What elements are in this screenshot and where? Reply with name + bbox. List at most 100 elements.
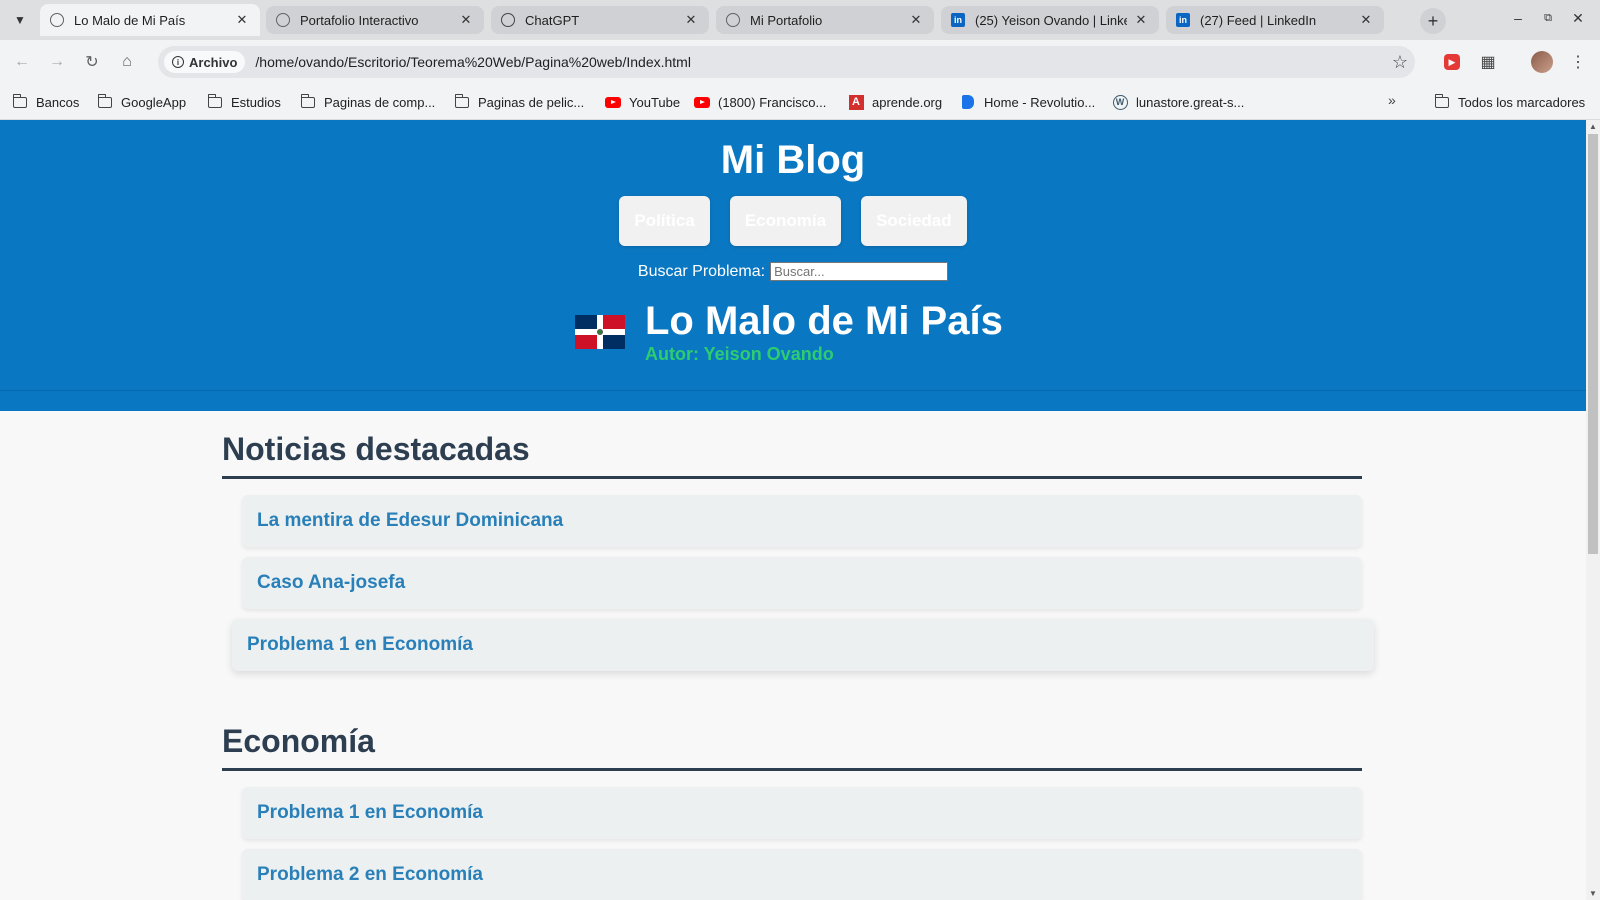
chatgpt-icon xyxy=(501,13,515,27)
close-tab-icon[interactable]: ✕ xyxy=(234,12,250,28)
restore-button[interactable]: ⧉ xyxy=(1538,12,1558,25)
arrow-right-icon: → xyxy=(49,53,65,70)
nav-politica[interactable]: Política xyxy=(619,196,710,246)
nav-economia[interactable]: Economía xyxy=(729,196,842,246)
search-input[interactable] xyxy=(770,262,949,281)
tab-chatgpt[interactable]: ChatGPT ✕ xyxy=(491,6,709,34)
aprende-icon: A xyxy=(848,94,864,110)
extension-button[interactable]: ▶ xyxy=(1440,50,1464,74)
bookmark-label: aprende.org xyxy=(872,94,943,110)
tab-title: Mi Portafolio xyxy=(750,12,823,28)
header-divider xyxy=(0,390,1586,411)
chevron-down-icon: ▼ xyxy=(14,13,26,27)
avatar xyxy=(1531,51,1553,73)
bookmark-label: Estudios xyxy=(231,94,281,110)
bookmark-estudios[interactable]: Estudios xyxy=(207,92,281,112)
bookmark-label: Paginas de pelic... xyxy=(478,94,585,110)
close-window-button[interactable]: ✕ xyxy=(1568,10,1588,27)
bookmark-label: Home - Revolutio... xyxy=(984,94,1096,110)
forward-button[interactable]: → xyxy=(45,50,69,74)
extension-icon: ▶ xyxy=(1444,54,1460,70)
close-tab-icon[interactable]: ✕ xyxy=(908,12,924,28)
article-link[interactable]: Problema 2 en Economía xyxy=(257,864,483,886)
close-tab-icon[interactable]: ✕ xyxy=(1133,12,1149,28)
home-icon: ⌂ xyxy=(122,53,132,70)
search-row: Buscar Problema: xyxy=(0,262,1586,281)
scroll-down-icon[interactable]: ▼ xyxy=(1589,889,1597,898)
extensions-menu-button[interactable]: ▦ xyxy=(1476,50,1500,74)
new-tab-button[interactable]: + xyxy=(1420,8,1446,34)
page-viewport: Mi Blog Política Economía Sociedad Busca… xyxy=(0,120,1586,900)
nav-sociedad[interactable]: Sociedad xyxy=(861,196,967,246)
url-text[interactable]: /home/ovando/Escritorio/Teorema%20Web/Pa… xyxy=(255,54,1385,70)
puzzle-icon: ▦ xyxy=(1480,54,1496,71)
back-button[interactable]: ← xyxy=(10,50,34,74)
blog-title: Mi Blog xyxy=(720,138,866,182)
minimize-button[interactable]: – xyxy=(1508,10,1528,26)
section-economia: Economía Problema 1 en Economía Problema… xyxy=(222,703,1362,900)
close-tab-icon[interactable]: ✕ xyxy=(1358,12,1374,28)
tab-portafolio-interactivo[interactable]: Portafolio Interactivo ✕ xyxy=(266,6,484,34)
tab-linkedin-profile[interactable]: in (25) Yeison Ovando | LinkedIn ✕ xyxy=(941,6,1159,34)
globe-icon xyxy=(50,13,64,27)
folder-icon xyxy=(300,93,315,108)
tab-search-button[interactable]: ▼ xyxy=(8,8,32,32)
home-button[interactable]: ⌂ xyxy=(115,50,139,74)
arrow-left-icon: ← xyxy=(14,53,30,70)
article-link[interactable]: Caso Ana-josefa xyxy=(257,572,405,594)
article-link[interactable]: La mentira de Edesur Dominicana xyxy=(257,510,563,532)
folder-icon xyxy=(207,93,222,108)
site-title: Lo Malo de Mi País xyxy=(645,299,1003,343)
all-bookmarks-folder[interactable]: Todos los marcadores xyxy=(1434,92,1585,112)
bookmark-bancos[interactable]: Bancos xyxy=(12,92,79,112)
browser-toolbar: ← → ↻ ⌂ i Archivo /home/ovando/Escritori… xyxy=(0,40,1600,84)
tab-mi-portafolio[interactable]: Mi Portafolio ✕ xyxy=(716,6,934,34)
news-list: La mentira de Edesur Dominicana Caso Ana… xyxy=(222,495,1374,671)
bookmark-star-icon[interactable]: ☆ xyxy=(1385,52,1415,73)
tab-title: Lo Malo de Mi País xyxy=(74,12,186,28)
article-link[interactable]: Problema 1 en Economía xyxy=(247,634,473,656)
news-list: Problema 1 en Economía Problema 2 en Eco… xyxy=(222,787,1362,900)
scrollbar-thumb[interactable] xyxy=(1588,134,1598,554)
bookmark-label: lunastore.great-s... xyxy=(1136,94,1245,110)
bookmark-paginas-de-comp[interactable]: Paginas de comp... xyxy=(300,92,435,112)
list-item: Problema 1 en Economía xyxy=(242,787,1362,839)
linkedin-icon: in xyxy=(951,13,965,27)
article-link[interactable]: Problema 1 en Economía xyxy=(257,802,483,824)
close-tab-icon[interactable]: ✕ xyxy=(683,12,699,28)
bookmark-paginas-de-pelic[interactable]: Paginas de pelic... xyxy=(454,92,584,112)
page-scrollbar[interactable]: ▲ ▼ xyxy=(1586,120,1600,900)
close-tab-icon[interactable]: ✕ xyxy=(458,12,474,28)
list-item: Problema 2 en Economía xyxy=(242,849,1362,900)
bookmark-revolution[interactable]: Home - Revolutio... xyxy=(960,92,1095,112)
bookmark-youtube[interactable]: YouTube xyxy=(605,92,680,112)
profile-button[interactable] xyxy=(1530,50,1554,74)
tab-title: (27) Feed | LinkedIn xyxy=(1200,12,1317,28)
folder-icon xyxy=(97,93,112,108)
bookmark-googleapp[interactable]: GoogleApp xyxy=(97,92,186,112)
site-info-chip[interactable]: i Archivo xyxy=(164,51,246,73)
reload-button[interactable]: ↻ xyxy=(80,50,104,74)
folder-icon xyxy=(454,93,469,108)
list-item: La mentira de Edesur Dominicana xyxy=(242,495,1362,547)
section-noticias-destacadas: Noticias destacadas La mentira de Edesur… xyxy=(222,411,1374,671)
browser-menu-button[interactable]: ⋮ xyxy=(1566,50,1590,74)
youtube-icon xyxy=(694,96,710,108)
bookmark-lunastore[interactable]: Wlunastore.great-s... xyxy=(1112,92,1244,112)
reload-icon: ↻ xyxy=(85,54,99,71)
folder-icon xyxy=(1434,93,1449,108)
tab-linkedin-feed[interactable]: in (27) Feed | LinkedIn ✕ xyxy=(1166,6,1384,34)
more-bookmarks-chevron-icon[interactable]: » xyxy=(1388,92,1396,108)
bookmark-francisco[interactable]: (1800) Francisco... xyxy=(694,92,826,112)
section-heading: Economía xyxy=(222,703,1362,771)
tab-lo-malo-de-mi-pais[interactable]: Lo Malo de Mi País ✕ xyxy=(40,4,260,36)
plus-icon: + xyxy=(1427,10,1439,31)
bookmark-label: YouTube xyxy=(629,94,681,110)
scroll-up-icon[interactable]: ▲ xyxy=(1589,122,1597,131)
bookmark-label: (1800) Francisco... xyxy=(718,94,827,110)
kebab-menu-icon: ⋮ xyxy=(1570,54,1586,71)
search-label: Buscar Problema: xyxy=(637,262,766,280)
folder-icon xyxy=(12,93,27,108)
address-bar[interactable]: i Archivo /home/ovando/Escritorio/Teorem… xyxy=(158,46,1415,78)
bookmark-aprende[interactable]: Aaprende.org xyxy=(848,92,942,112)
